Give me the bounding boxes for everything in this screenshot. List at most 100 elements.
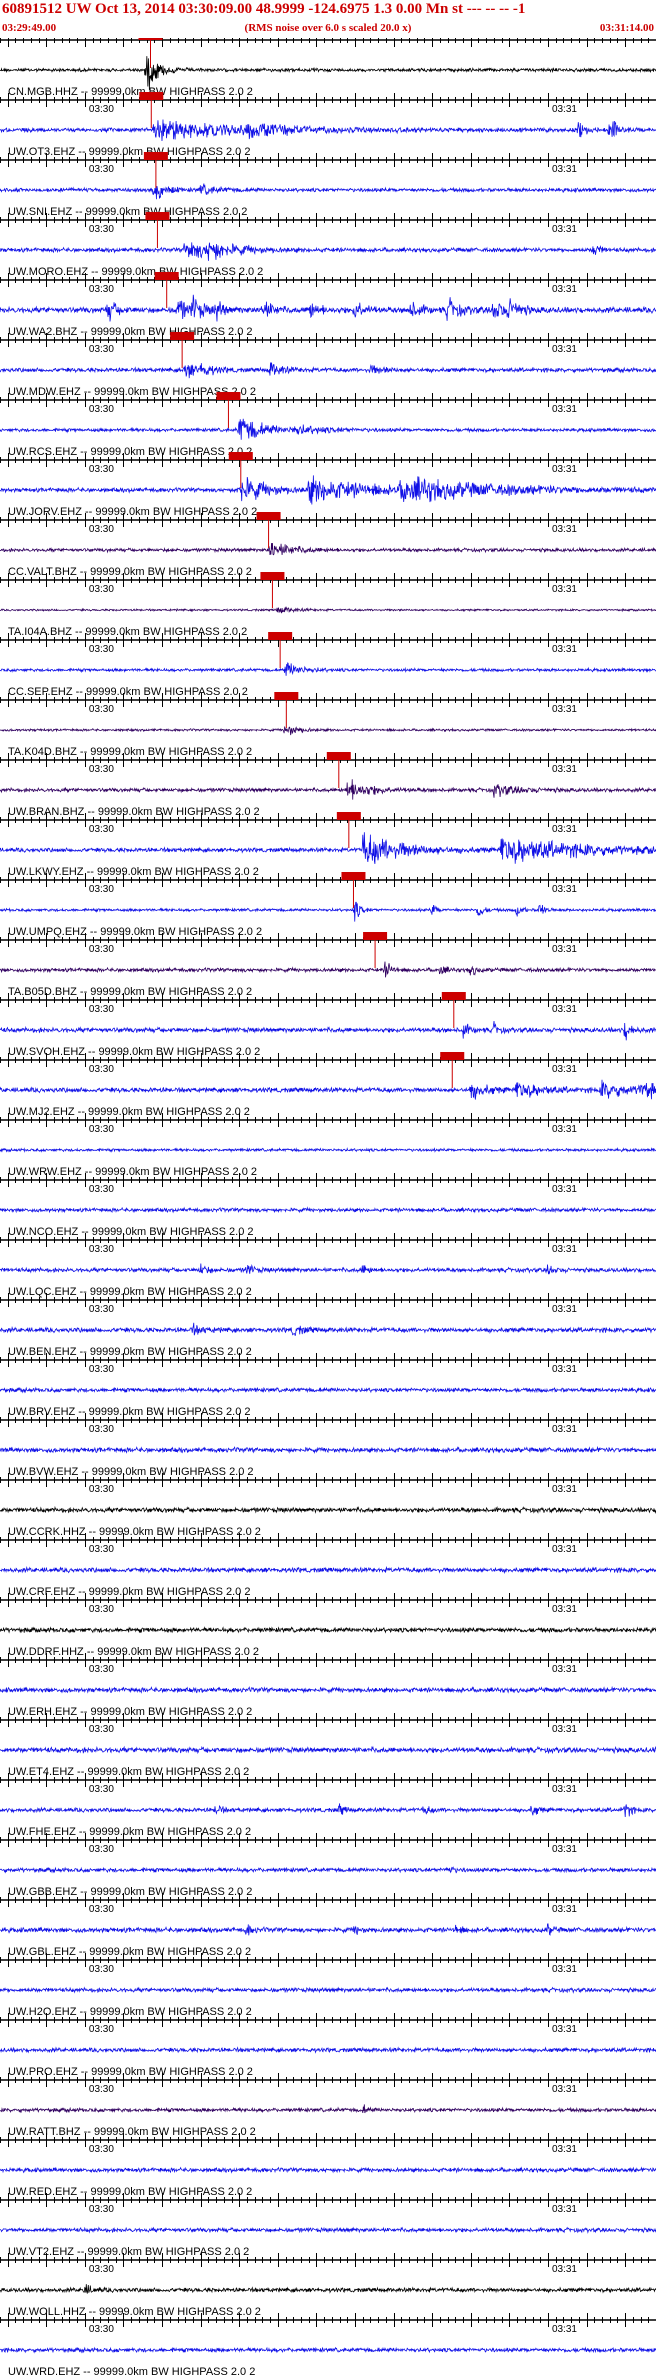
minute-label: 03:30	[89, 644, 114, 655]
minute-label: 03:31	[552, 2264, 577, 2275]
minute-label: 03:31	[552, 1964, 577, 1975]
waveform-trace	[0, 1745, 656, 1755]
phase-pick	[256, 512, 281, 548]
minute-label: 03:31	[552, 1544, 577, 1555]
phase-pick	[274, 692, 299, 728]
minute-label: 03:30	[89, 164, 114, 175]
minute-label: 03:30	[89, 704, 114, 715]
minute-label: 03:30	[89, 344, 114, 355]
minute-label: 03:30	[89, 464, 114, 475]
waveform-trace	[0, 418, 656, 440]
minute-label: 03:31	[552, 884, 577, 895]
minute-label: 03:30	[89, 1004, 114, 1015]
trace-label: UW.ERH.EHZ -- 99999.0km BW HIGHPASS 2.0 …	[8, 1706, 252, 1718]
minute-label: 03:31	[552, 2144, 577, 2155]
waveform-trace	[0, 901, 656, 922]
waveform-trace	[0, 1505, 656, 1515]
minute-label: 03:30	[89, 2024, 114, 2035]
trace-label: UW.JORV.EHZ -- 99999.0km BW HIGHPASS 2.0…	[8, 506, 257, 518]
minute-label: 03:30	[89, 584, 114, 595]
minute-label: 03:30	[89, 1664, 114, 1675]
minute-label: 03:31	[552, 464, 577, 475]
trace-label: CN.MGB.HHZ -- 99999.0km BW HIGHPASS 2.0 …	[8, 86, 253, 98]
minute-label: 03:31	[552, 644, 577, 655]
trace-label: UW.ET4.EHZ -- 99999.0km BW HIGHPASS 2.0 …	[8, 1766, 249, 1778]
minute-label: 03:31	[552, 1064, 577, 1075]
minute-label: 03:31	[552, 344, 577, 355]
minute-label: 03:30	[89, 104, 114, 115]
trace-label: UW.RCS.EHZ -- 99999.0km BW HIGHPASS 2.0 …	[8, 446, 252, 458]
event-title: 60891512 UW Oct 13, 2014 03:30:09.00 48.…	[2, 1, 526, 17]
waveform-trace	[0, 183, 656, 200]
minute-label: 03:30	[89, 1364, 114, 1375]
waveform-trace	[0, 1020, 656, 1041]
waveform-trace	[0, 2226, 656, 2234]
plot-header: 60891512 UW Oct 13, 2014 03:30:09.00 48.…	[0, 0, 656, 38]
trace-label: UW.FHE.EHZ -- 99999.0km BW HIGHPASS 2.0 …	[8, 1826, 251, 1838]
waveform-trace	[0, 1565, 656, 1574]
minute-label: 03:30	[89, 1184, 114, 1195]
waveform-trace	[0, 832, 656, 864]
minute-label: 03:31	[552, 584, 577, 595]
waveform-trace	[0, 2166, 656, 2174]
waveform-trace	[0, 1685, 656, 1694]
minute-label: 03:30	[89, 1964, 114, 1975]
trace-label: CC.SEP.EHZ -- 99999.0km BW HIGHPASS 2.0 …	[8, 686, 248, 698]
trace-label: UW.NCO.EHZ -- 99999.0km BW HIGHPASS 2.0 …	[8, 1226, 254, 1238]
waveform-trace	[0, 1079, 656, 1100]
minute-label: 03:30	[89, 284, 114, 295]
minute-label: 03:31	[552, 764, 577, 775]
waveform-trace	[0, 362, 656, 379]
minute-label: 03:31	[552, 1184, 577, 1195]
trace-label: UW.RATT.BHZ -- 99999.0km BW HIGHPASS 2.0…	[8, 2126, 256, 2138]
waveform-trace	[0, 1626, 656, 1634]
phase-pick	[145, 212, 170, 248]
minute-label: 03:31	[552, 2204, 577, 2215]
waveform-trace	[0, 2046, 656, 2054]
minute-label: 03:30	[89, 1304, 114, 1315]
trace-label: UW.BVW.EHZ -- 99999.0km BW HIGHPASS 2.0 …	[8, 1466, 254, 1478]
phase-pick	[440, 1052, 465, 1088]
trace-label: UW.BRV.EHZ -- 99999.0km BW HIGHPASS 2.0 …	[8, 1406, 251, 1418]
minute-label: 03:31	[552, 224, 577, 235]
minute-label: 03:31	[552, 704, 577, 715]
trace-label: UW.MJ2.EHZ -- 99999.0km BW HIGHPASS 2.0 …	[8, 1106, 250, 1118]
minute-label: 03:30	[89, 1724, 114, 1735]
minute-label: 03:30	[89, 404, 114, 415]
waveform-trace	[0, 475, 656, 505]
time-axis	[0, 38, 656, 47]
trace-label: TA.K04D.BHZ -- 99999.0km BW HIGHPASS 2.0…	[8, 746, 252, 758]
minute-label: 03:30	[89, 2144, 114, 2155]
minute-label: 03:31	[552, 1124, 577, 1135]
trace-label: UW.SVOH.EHZ -- 99999.0km BW HIGHPASS 2.0…	[8, 1046, 260, 1058]
waveform-trace	[0, 1386, 656, 1394]
trace-label: UW.RED.EHZ -- 99999.0km BW HIGHPASS 2.0 …	[8, 2186, 252, 2198]
minute-label: 03:31	[552, 1004, 577, 1015]
waveform-trace	[0, 1986, 656, 1994]
waveform-trace	[0, 1263, 656, 1275]
waveform-trace	[0, 1322, 656, 1336]
trace-label: UW.VT2.EHZ -- 99999.0km BW HIGHPASS 2.0 …	[8, 2246, 249, 2258]
waveform-trace	[0, 779, 656, 800]
minute-label: 03:30	[89, 824, 114, 835]
phase-pick	[336, 812, 361, 848]
minute-label: 03:30	[89, 1124, 114, 1135]
minute-label: 03:30	[89, 944, 114, 955]
minute-label: 03:31	[552, 284, 577, 295]
minute-label: 03:31	[552, 1424, 577, 1435]
minute-label: 03:30	[89, 1784, 114, 1795]
phase-pick	[216, 392, 241, 428]
minute-label: 03:30	[89, 1484, 114, 1495]
minute-label: 03:31	[552, 1304, 577, 1315]
minute-label: 03:30	[89, 1424, 114, 1435]
minute-label: 03:30	[89, 1244, 114, 1255]
minute-label: 03:30	[89, 764, 114, 775]
trace-label: UW.OT3.EHZ -- 99999.0km BW HIGHPASS 2.0 …	[8, 146, 250, 158]
waveform-trace	[0, 119, 656, 141]
minute-label: 03:31	[552, 1364, 577, 1375]
waveform-trace	[0, 961, 656, 978]
trace-label: UW.H2O.EHZ -- 99999.0km BW HIGHPASS 2.0 …	[8, 2006, 252, 2018]
waveform-trace	[0, 1146, 656, 1153]
waveform-trace	[0, 606, 656, 614]
phase-pick	[441, 992, 466, 1028]
